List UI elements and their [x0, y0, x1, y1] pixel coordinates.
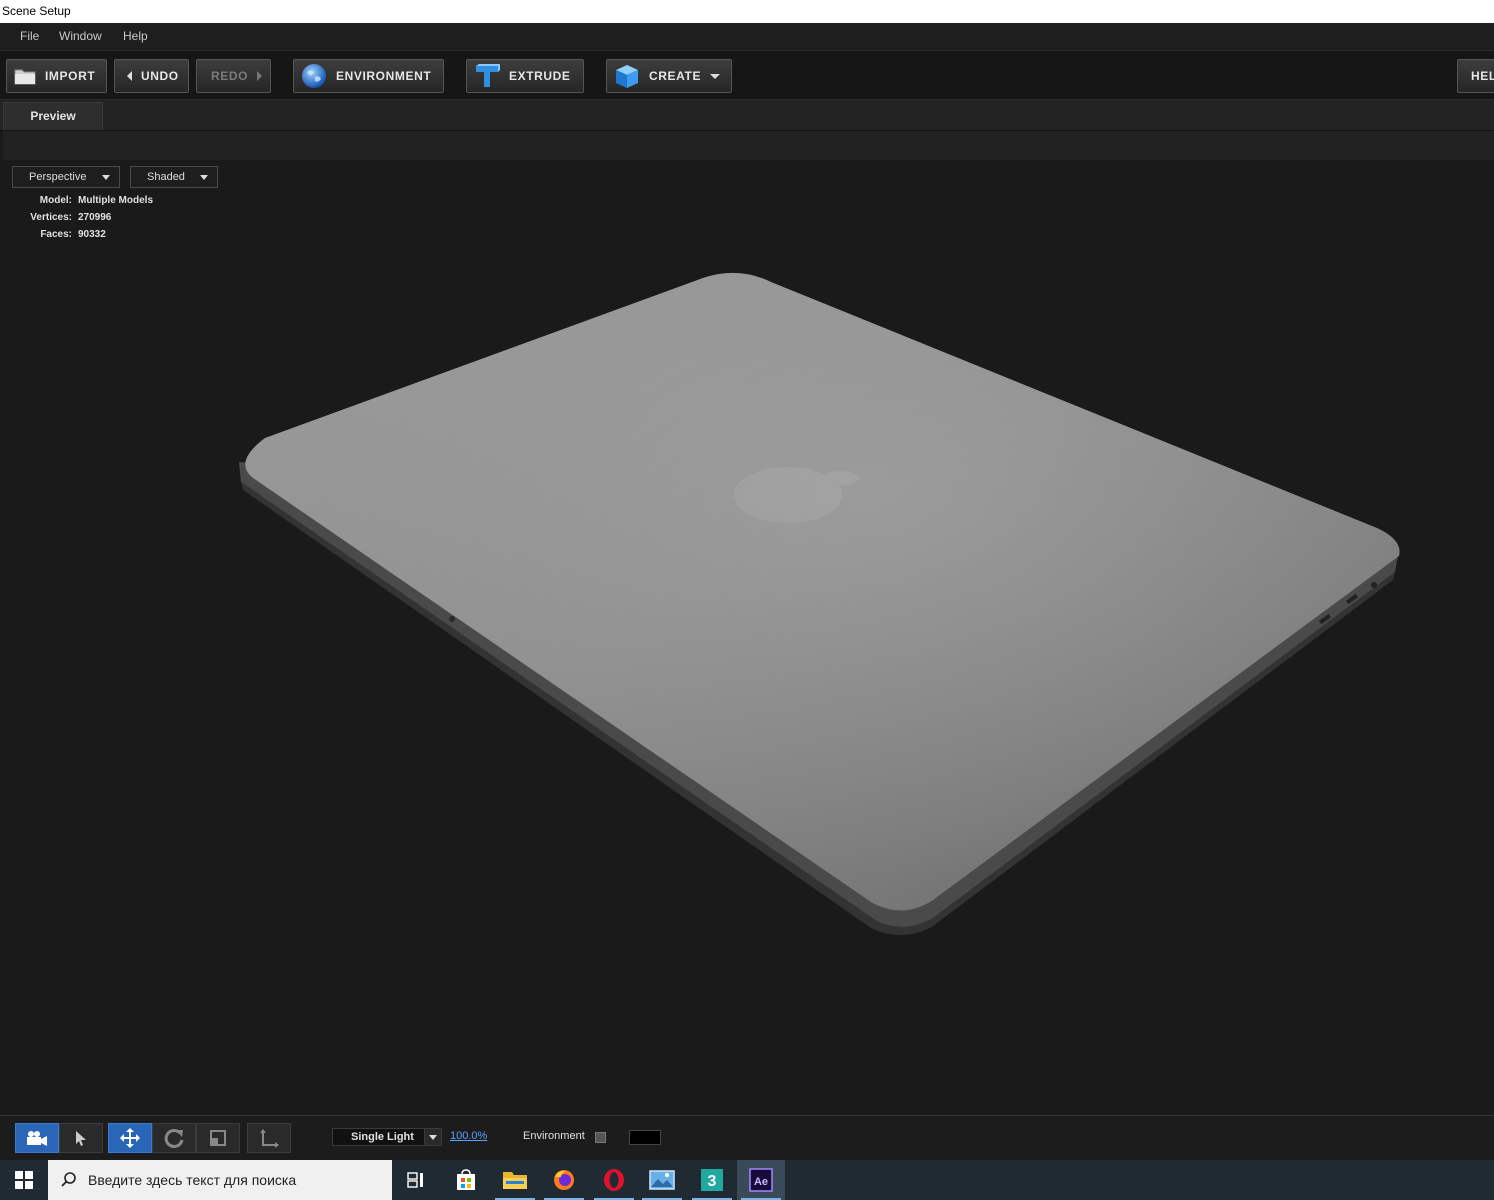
move-tool-button[interactable]	[108, 1123, 152, 1153]
camera-icon	[27, 1131, 47, 1146]
3ds-max-icon: 3	[701, 1169, 723, 1191]
globe-icon	[302, 64, 326, 88]
start-button[interactable]	[0, 1160, 48, 1200]
task-view-icon	[407, 1172, 423, 1188]
stat-model-value: Multiple Models	[78, 195, 153, 206]
menu-window[interactable]: Window	[59, 23, 102, 50]
undo-label: UNDO	[141, 69, 179, 83]
stat-vertices-key: Vertices:	[30, 212, 72, 223]
main-toolbar: IMPORT UNDO REDO ENVIRONMENT EXTRUDE CRE…	[0, 50, 1494, 100]
window-title: Scene Setup	[2, 4, 71, 18]
firefox-app-button[interactable]	[540, 1160, 588, 1200]
preview-subbar	[3, 131, 1494, 161]
cube-icon	[616, 65, 638, 88]
chevron-down-icon	[424, 1129, 441, 1145]
scale-icon	[210, 1130, 226, 1146]
render-mode-value: Shaded	[147, 171, 185, 183]
laptop-model[interactable]	[3, 160, 1494, 1115]
taskbar-search[interactable]: Введите здесь текст для поиска	[48, 1160, 392, 1200]
camera-mode-value: Perspective	[29, 171, 87, 183]
camera-tool-button[interactable]	[15, 1123, 59, 1153]
help-label: HEL	[1471, 69, 1494, 83]
svg-text:Ae: Ae	[754, 1176, 768, 1188]
menu-help[interactable]: Help	[123, 23, 148, 50]
stat-vertices: Vertices: 270996	[3, 211, 203, 228]
move-arrows-icon	[120, 1128, 140, 1148]
stat-model: Model: Multiple Models	[3, 194, 203, 211]
environment-toggle-label: Environment	[523, 1130, 585, 1142]
os-taskbar: Введите здесь текст для поиска 3 Ae	[0, 1160, 1494, 1200]
camera-mode-dropdown[interactable]: Perspective	[12, 166, 120, 188]
help-button[interactable]: HEL	[1457, 59, 1494, 93]
folder-icon	[14, 69, 36, 85]
stat-faces: Faces: 90332	[3, 228, 203, 245]
photos-app-button[interactable]	[638, 1160, 686, 1200]
photos-icon	[649, 1170, 675, 1190]
chevron-down-icon	[710, 74, 721, 79]
store-icon	[457, 1169, 475, 1190]
firefox-icon	[554, 1170, 574, 1190]
menu-file[interactable]: File	[20, 23, 39, 50]
file-explorer-app-button[interactable]	[491, 1160, 539, 1200]
stat-faces-value: 90332	[78, 229, 106, 240]
render-mode-dropdown[interactable]: Shaded	[130, 166, 218, 188]
search-icon	[61, 1172, 76, 1187]
axis-icon	[260, 1129, 279, 1148]
extrude-label: EXTRUDE	[509, 69, 571, 83]
redo-button[interactable]: REDO	[196, 59, 271, 93]
chevron-down-icon	[102, 175, 110, 180]
arrow-right-icon	[257, 71, 263, 81]
tab-strip: Preview	[0, 100, 1494, 131]
search-placeholder: Введите здесь текст для поиска	[88, 1172, 297, 1188]
tab-preview[interactable]: Preview	[3, 102, 103, 130]
redo-label: REDO	[211, 69, 249, 83]
arrow-left-icon	[127, 71, 132, 81]
svg-text:3: 3	[708, 1173, 717, 1190]
opera-icon	[604, 1169, 624, 1191]
rotate-tool-button[interactable]	[152, 1123, 196, 1153]
after-effects-icon: Ae	[749, 1168, 773, 1192]
after-effects-app-button[interactable]: Ae	[737, 1160, 785, 1200]
create-label: CREATE	[649, 69, 702, 83]
undo-button[interactable]: UNDO	[114, 59, 189, 93]
status-bar: Single Light 100.0% Environment	[0, 1115, 1494, 1161]
opera-app-button[interactable]	[590, 1160, 638, 1200]
extrude-button[interactable]: EXTRUDE	[466, 59, 584, 93]
environment-color-swatch[interactable]	[629, 1130, 661, 1145]
3d-viewport[interactable]: Perspective Shaded Model: Multiple Model…	[3, 160, 1494, 1115]
window-titlebar: Scene Setup	[0, 0, 1494, 23]
stat-model-key: Model:	[39, 195, 72, 206]
create-button[interactable]: CREATE	[606, 59, 732, 93]
task-view-button[interactable]	[392, 1160, 440, 1200]
windows-logo-icon	[15, 1171, 33, 1189]
import-label: IMPORT	[45, 69, 96, 83]
environment-label: ENVIRONMENT	[336, 69, 432, 83]
stat-vertices-value: 270996	[78, 212, 112, 223]
folder-icon	[503, 1172, 527, 1189]
environment-button[interactable]: ENVIRONMENT	[293, 59, 444, 93]
cursor-arrow-icon	[76, 1131, 86, 1146]
chevron-down-icon	[200, 175, 208, 180]
extrude-t-icon	[476, 64, 500, 87]
lighting-dropdown[interactable]: Single Light	[332, 1128, 442, 1146]
stat-faces-key: Faces:	[40, 229, 72, 240]
store-app-button[interactable]	[442, 1160, 490, 1200]
menu-bar: File Window Help	[0, 23, 1494, 50]
select-tool-button[interactable]	[59, 1123, 103, 1153]
light-intensity-value[interactable]: 100.0%	[450, 1130, 487, 1142]
scale-tool-button[interactable]	[196, 1123, 240, 1153]
3dsmax-app-button[interactable]: 3	[688, 1160, 736, 1200]
import-button[interactable]: IMPORT	[6, 59, 107, 93]
axis-tool-button[interactable]	[247, 1123, 291, 1153]
environment-checkbox[interactable]	[595, 1132, 606, 1143]
lighting-value: Single Light	[351, 1131, 414, 1143]
rotate-icon	[164, 1128, 184, 1148]
